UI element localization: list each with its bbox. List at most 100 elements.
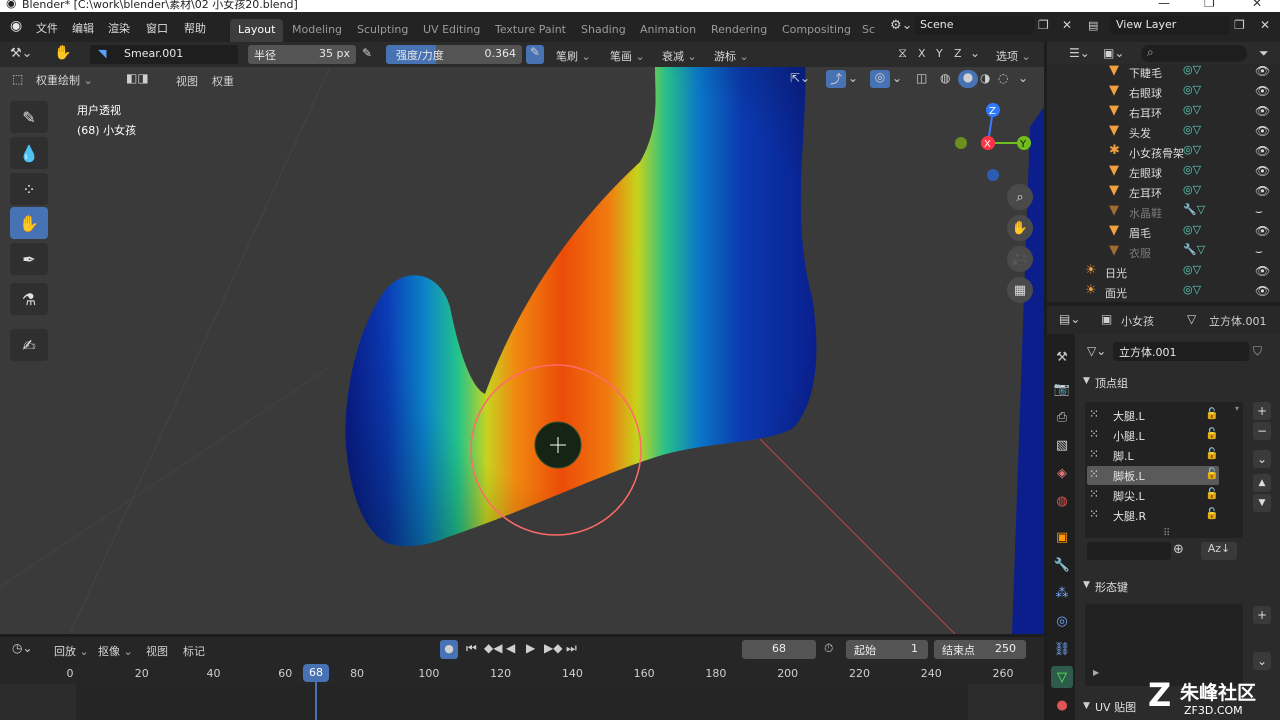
frame-ruler[interactable] [0,662,1044,684]
mirror-x-toggle[interactable]: X [918,47,926,60]
modifier-data-icons[interactable]: ◎▽ [1183,283,1201,296]
rendered-shading-icon[interactable]: ◌ [998,71,1008,85]
view-layer-field[interactable]: View Layer [1110,16,1230,35]
jump-end-icon[interactable]: ⏭ [566,641,577,656]
ortho-grid-icon[interactable]: ▦ [1007,277,1033,303]
tool-annotate[interactable]: ✍ [10,329,48,361]
blender-menu-icon[interactable]: ◉ [10,18,22,34]
tab-modeling[interactable]: Modeling [284,19,350,42]
vertex-group-item[interactable]: ⁙ 脚.L 🔓 [1087,446,1219,465]
delete-view-layer-icon[interactable]: ✕ [1260,18,1270,32]
view-menu[interactable]: 视图 [176,73,198,89]
mesh-name-field[interactable]: 立方体.001 [1113,342,1249,361]
list-scroll-arrow-icon[interactable]: ▾ [1235,404,1239,413]
mask-mode-icon[interactable]: ◧◨ [126,71,149,85]
material-shading-icon[interactable]: ◑ [980,71,990,85]
menu-edit[interactable]: 编辑 [72,20,94,36]
current-frame-field[interactable]: 68 [742,640,816,659]
tool-sample-weight[interactable]: ⚗ [10,283,48,315]
tab-layout[interactable]: Layout [230,19,284,42]
modifier-tab-icon[interactable]: 🔧 [1051,554,1073,576]
strength-field[interactable]: 强度/力度 0.364 [386,45,522,64]
eye-icon[interactable]: 👁 [1255,264,1270,278]
timeline-marker-menu[interactable]: 标记 [183,643,205,659]
view-layer-tab-icon[interactable]: ▧ [1051,434,1073,456]
constraints-tab-icon[interactable]: ⛓ [1051,638,1073,660]
brush-dropdown[interactable]: 笔刷 [556,48,591,64]
move-down-icon[interactable]: ▼ [1253,494,1271,512]
render-tab-icon[interactable]: 📷 [1051,378,1073,400]
vertex-group-item[interactable]: ⁙ 大腿.R 🔓 [1087,506,1219,525]
stroke-dropdown[interactable]: 笔画 [610,48,645,64]
particles-tab-icon[interactable]: ⁂ [1051,582,1073,604]
radius-pressure-icon[interactable]: ✎ [362,46,372,60]
jump-start-icon[interactable]: ⏮ [466,641,477,656]
lock-icon[interactable]: 🔓 [1205,407,1219,420]
list-resize-handle[interactable]: ⠿ [1163,528,1170,539]
scene-tab-icon[interactable]: ◈ [1051,462,1073,484]
symmetry-options-icon[interactable]: ⌄ [970,46,980,60]
tool-smear[interactable]: ✋ [10,207,48,239]
close-icon[interactable]: ✕ [1252,0,1262,10]
world-tab-icon[interactable]: ◍ [1051,490,1073,512]
modifier-data-icons[interactable]: 🔧▽ [1183,243,1205,256]
scene-name-field[interactable]: Scene [914,16,1034,35]
move-up-icon[interactable]: ▲ [1253,474,1271,492]
add-shape-key-button[interactable]: + [1253,606,1271,624]
output-tab-icon[interactable]: ⎙ [1051,406,1073,428]
solid-shading-icon[interactable]: ● [958,70,978,88]
start-frame-field[interactable]: 起始 1 [846,640,928,659]
tool-tab-icon[interactable]: ⚒ [1051,346,1073,368]
gizmo-neg-y-handle[interactable] [955,137,967,149]
modifier-data-icons[interactable]: ◎▽ [1183,183,1201,196]
tab-uv-editing[interactable]: UV Editing [415,19,488,42]
collapse-uv-maps-icon[interactable]: ▼ [1083,701,1090,711]
outliner-item[interactable]: ▼ 头发 ◎▽ 👁 [1047,122,1280,142]
uv-maps-title[interactable]: UV 贴图 [1095,699,1136,715]
maximize-icon[interactable]: ❐ [1204,0,1215,10]
eye-closed-icon[interactable]: ⌣ [1255,204,1263,219]
modifier-data-icons[interactable]: ◎▽ [1183,143,1201,156]
material-tab-icon[interactable]: ● [1051,694,1073,716]
end-frame-field[interactable]: 结束点 250 [934,640,1026,659]
gizmo-toggle-icon[interactable]: ⤴ [826,70,846,88]
modifier-data-icons[interactable]: ◎▽ [1183,123,1201,136]
tab-texture-paint[interactable]: Texture Paint [487,19,574,42]
outliner-item[interactable]: ✱ 小女孩骨架 ◎▽ 👁 [1047,142,1280,162]
filter-add-icon[interactable]: ⊕ [1173,542,1184,557]
scene-selector-icon[interactable]: ⚙⌄ [890,18,913,33]
shape-keys-title[interactable]: 形态键 [1095,579,1128,595]
outliner-item[interactable]: ☀ 日光 ◎▽ 👁 [1047,262,1280,282]
preview-range-clock-icon[interactable]: ⏱ [824,641,833,656]
object-tab-icon[interactable]: ▣ [1051,526,1073,548]
vertex-group-item[interactable]: ⁙ 大腿.L 🔓 [1087,406,1219,425]
zoom-icon[interactable]: ⌕ [1007,184,1033,210]
weights-menu[interactable]: 权重 [212,73,234,89]
tab-sculpting[interactable]: Sculpting [349,19,416,42]
tab-animation[interactable]: Animation [632,19,704,42]
lock-icon[interactable]: 🔓 [1205,467,1219,480]
overlay-toggle-icon[interactable]: ◎ [870,70,890,88]
eye-closed-icon[interactable]: ⌣ [1255,244,1263,259]
tab-scripting[interactable]: Sc [854,19,883,42]
eye-icon[interactable]: 👁 [1255,224,1270,238]
modifier-data-icons[interactable]: ◎▽ [1183,223,1201,236]
keying-dropdown[interactable]: 抠像 [98,643,133,659]
new-view-layer-icon[interactable]: ❐ [1234,18,1245,32]
gizmo-neg-z-handle[interactable] [987,169,999,181]
tab-compositing[interactable]: Compositing [774,19,859,42]
wireframe-shading-icon[interactable]: ◍ [940,71,950,85]
modifier-data-icons[interactable]: 🔧▽ [1183,203,1205,216]
eye-icon[interactable]: 👁 [1255,64,1270,78]
remove-vertex-group-button[interactable]: − [1253,422,1271,440]
lock-icon[interactable]: 🔓 [1205,447,1219,460]
timeline-view-menu[interactable]: 视图 [146,643,168,659]
modifier-data-icons[interactable]: ◎▽ [1183,103,1201,116]
shape-key-expand-icon[interactable]: ▶ [1093,668,1099,677]
tool-draw[interactable]: ✎ [10,101,48,133]
radius-field[interactable]: 半径 35 px [248,45,356,64]
lock-icon[interactable]: 🔓 [1205,427,1219,440]
display-mode-icon[interactable]: ▣⌄ [1103,46,1124,60]
modifier-data-icons[interactable]: ◎▽ [1183,163,1201,176]
tab-shading[interactable]: Shading [573,19,634,42]
